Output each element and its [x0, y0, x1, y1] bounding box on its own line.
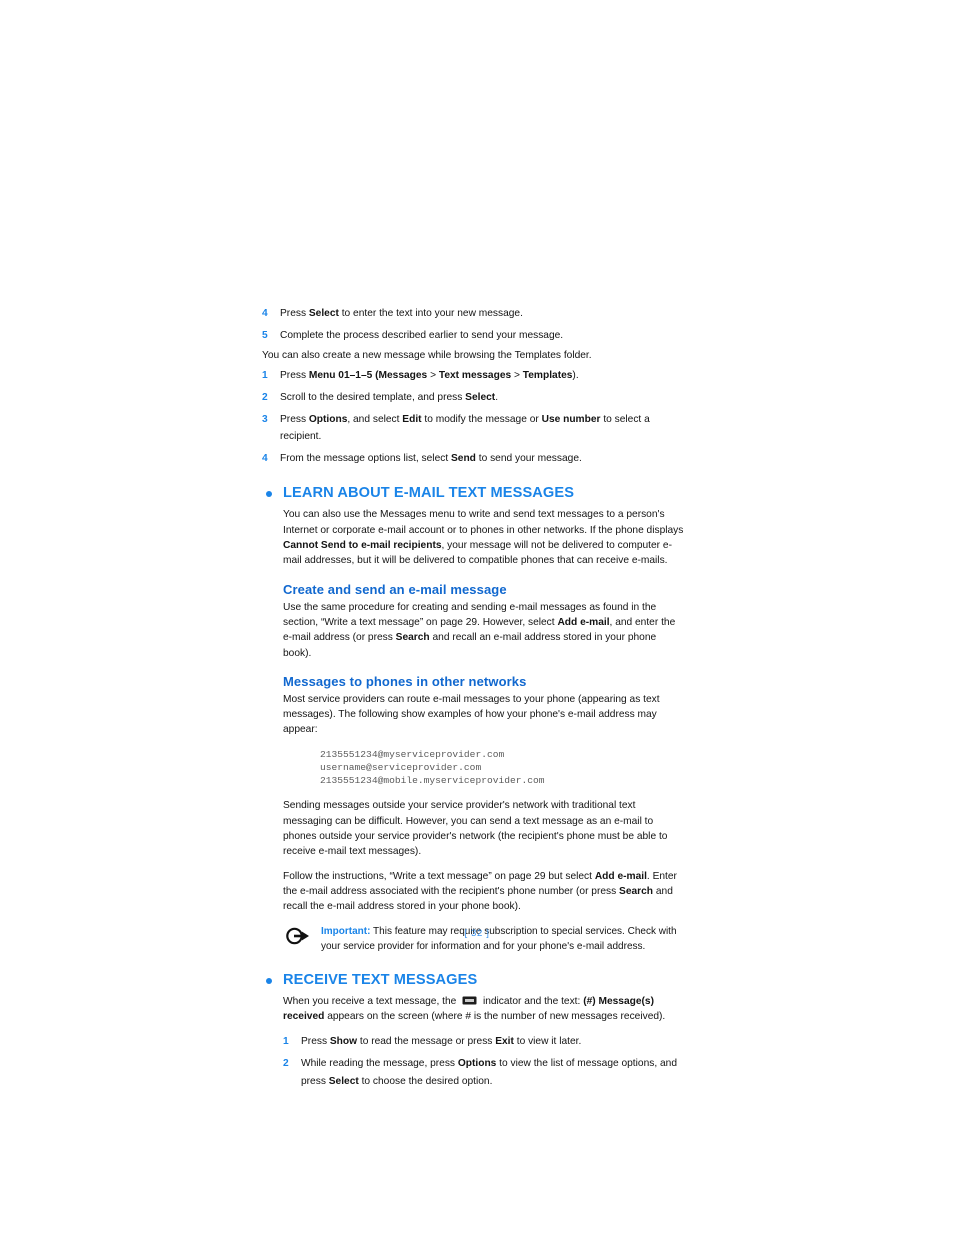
- step-text-part: , and select: [347, 413, 403, 425]
- step-number: 5: [262, 329, 268, 341]
- step-text: Complete the process described earlier t…: [280, 329, 564, 341]
- step-text: While reading the message, press Options…: [301, 1055, 686, 1090]
- paragraph-part: Follow the instructions, “Write a text m…: [283, 870, 595, 882]
- step-text-part: to modify the message or: [421, 413, 542, 425]
- bullet-icon: [266, 977, 272, 984]
- step-number: 3: [262, 413, 268, 425]
- create-send-paragraph: Use the same procedure for creating and …: [283, 600, 686, 661]
- step-text: Press Options, and select Edit to modify…: [280, 411, 686, 446]
- paragraph-emphasis: Search: [619, 885, 654, 897]
- step-text-part: to send your message.: [475, 452, 582, 464]
- envelope-indicator-icon: [462, 995, 477, 1005]
- templates-intro-paragraph: You can also create a new message while …: [262, 350, 592, 362]
- list-item: 5 Complete the process described earlier…: [262, 327, 686, 345]
- step-emphasis: Options: [308, 413, 348, 425]
- step-emphasis: Send: [451, 452, 476, 464]
- step-text-part: Press: [280, 308, 309, 319]
- step-text-part: to view it later.: [513, 1036, 582, 1048]
- step-number: 1: [283, 1036, 289, 1048]
- receive-intro-paragraph: When you receive a text message, the ind…: [283, 994, 686, 1025]
- paragraph-part: You can also use the Messages menu to wr…: [283, 509, 684, 536]
- list-item: 4 From the message options list, select …: [262, 450, 686, 468]
- section-heading-learn: LEARN ABOUT E-MAIL TEXT MESSAGES: [262, 484, 686, 502]
- sending-outside-paragraph: Sending messages outside your service pr…: [283, 800, 668, 858]
- step-number: 2: [283, 1058, 289, 1069]
- step-text-part: Press: [280, 413, 309, 425]
- list-item: 1 Press Menu 01–1–5 (Messages > Text mes…: [262, 367, 686, 385]
- page-title: RECEIVE TEXT MESSAGES: [283, 971, 478, 988]
- step-number: 4: [262, 308, 268, 319]
- page-title: LEARN ABOUT E-MAIL TEXT MESSAGES: [283, 485, 575, 502]
- step-emphasis: Show: [329, 1036, 358, 1048]
- subheading-create-send: Create and send an e-mail message: [283, 581, 507, 597]
- learn-intro-paragraph: You can also use the Messages menu to wr…: [283, 507, 686, 568]
- other-networks-paragraph: Most service providers can route e-mail …: [283, 693, 660, 736]
- step-emphasis: Edit: [402, 413, 422, 425]
- steps-list-templates: 1 Press Menu 01–1–5 (Messages > Text mes…: [262, 367, 686, 467]
- step-number: 4: [262, 452, 268, 464]
- step-text-part: to enter the text into your new message.: [338, 308, 523, 319]
- step-text-part: Press: [301, 1036, 330, 1048]
- email-example-line: 2135551234@mobile.myserviceprovider.com: [320, 775, 545, 787]
- step-number: 2: [262, 392, 268, 404]
- section-heading-receive: RECEIVE TEXT MESSAGES: [262, 971, 686, 989]
- step-emphasis: Menu 01–1–5 (Messages: [308, 370, 428, 382]
- paragraph-part: indicator and the text:: [480, 995, 584, 1007]
- step-text: Scroll to the desired template, and pres…: [280, 389, 686, 407]
- paragraph-emphasis: Add e-mail: [594, 870, 647, 882]
- step-text-part: ).: [572, 370, 579, 382]
- page-content: 4 Press Select to enter the text into yo…: [262, 305, 686, 1094]
- step-text-part: to choose the desired option.: [358, 1075, 493, 1087]
- step-text-part: .: [495, 392, 499, 404]
- step-emphasis: Templates: [522, 370, 573, 382]
- step-text-part: Press: [280, 370, 309, 382]
- step-text-part: Scroll to the desired template, and pres…: [280, 392, 466, 404]
- paragraph-emphasis: Add e-mail: [557, 616, 610, 628]
- paragraph-emphasis: Cannot Send to e-mail recipients: [283, 540, 442, 552]
- subheading-other-networks: Messages to phones in other networks: [283, 673, 527, 689]
- step-text-part: >: [427, 370, 439, 382]
- steps-list-continued: 4 Press Select to enter the text into yo…: [262, 305, 686, 344]
- step-text: Press Show to read the message or press …: [301, 1033, 686, 1051]
- step-emphasis: Select: [465, 392, 496, 404]
- step-text-part: >: [511, 370, 523, 382]
- step-text-part: to read the message or press: [357, 1036, 496, 1048]
- step-emphasis: Text messages: [438, 370, 512, 382]
- email-example-block: 2135551234@myserviceprovider.com usernam…: [320, 748, 686, 788]
- list-item: 4 Press Select to enter the text into yo…: [262, 305, 686, 323]
- paragraph-emphasis: Search: [395, 632, 430, 644]
- step-emphasis: Select: [328, 1075, 359, 1087]
- list-item: 2 While reading the message, press Optio…: [283, 1055, 686, 1090]
- step-text-part: While reading the message, press: [301, 1058, 458, 1069]
- step-text: Press Menu 01–1–5 (Messages > Text messa…: [280, 367, 686, 385]
- email-example-line: 2135551234@myserviceprovider.com: [320, 748, 505, 760]
- email-example-line: username@serviceprovider.com: [320, 761, 482, 773]
- step-emphasis: Options: [457, 1058, 497, 1069]
- step-text-part: From the message options list, select: [280, 452, 451, 464]
- step-number: 1: [262, 370, 268, 382]
- manual-page: 4 Press Select to enter the text into yo…: [0, 0, 954, 1235]
- steps-list-receive: 1 Press Show to read the message or pres…: [283, 1033, 686, 1090]
- bullet-icon: [266, 491, 272, 498]
- step-emphasis: Exit: [495, 1036, 514, 1048]
- step-text: Press Select to enter the text into your…: [280, 305, 686, 323]
- paragraph-part: appears on the screen (where # is the nu…: [324, 1011, 666, 1023]
- paragraph-part: When you receive a text message, the: [283, 995, 460, 1007]
- list-item: 2 Scroll to the desired template, and pr…: [262, 389, 686, 407]
- step-emphasis: Select: [308, 308, 339, 319]
- step-text: From the message options list, select Se…: [280, 450, 686, 468]
- list-item: 1 Press Show to read the message or pres…: [283, 1033, 686, 1051]
- step-emphasis: Use number: [541, 413, 601, 425]
- list-item: 3 Press Options, and select Edit to modi…: [262, 411, 686, 446]
- page-number: [ 32 ]: [464, 928, 490, 939]
- follow-instructions-paragraph: Follow the instructions, “Write a text m…: [283, 869, 686, 915]
